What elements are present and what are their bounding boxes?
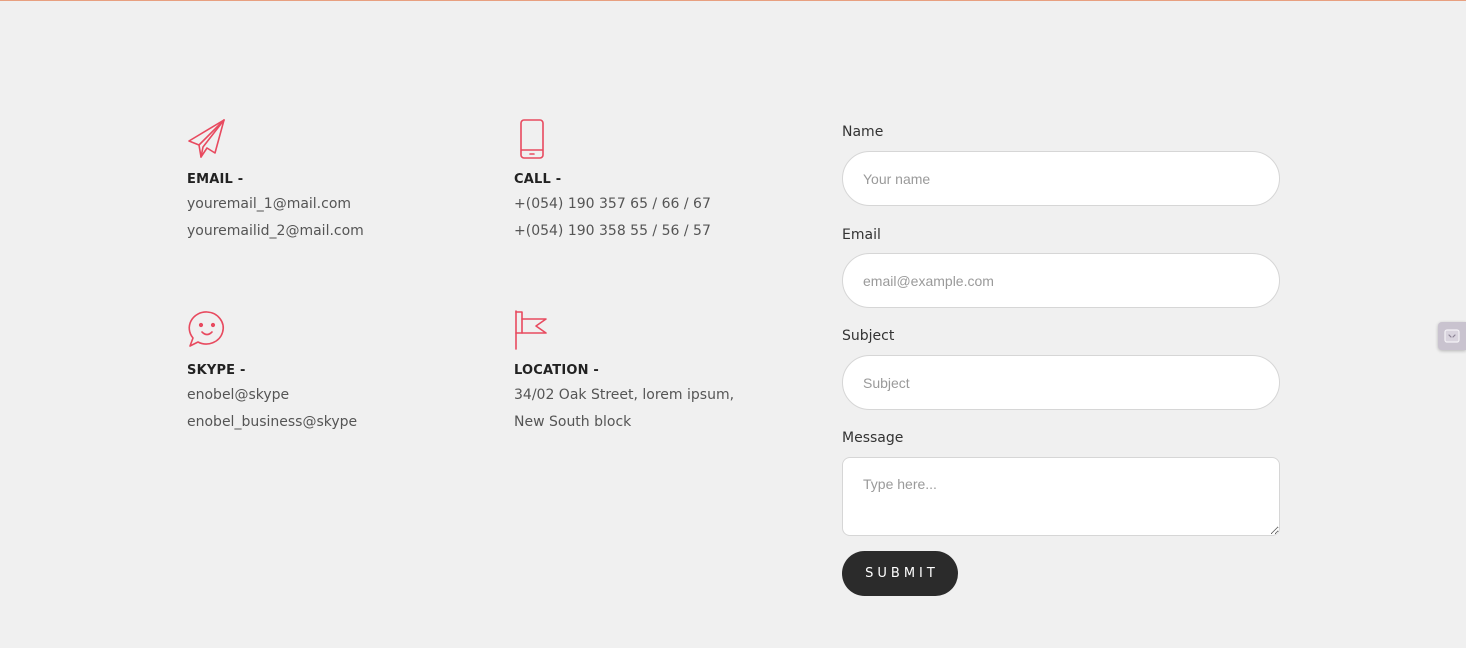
phone-number-2: +(054) 190 358 55 / 56 / 57 [514,223,711,239]
subject-input[interactable] [842,355,1280,410]
skype-id-1: enobel@skype [187,387,290,403]
phone-number-1: +(054) 190 357 65 / 66 / 67 [514,196,711,212]
email-title: EMAIL - [187,172,244,187]
email-address-2: youremailid_2@mail.com [187,223,364,239]
name-label: Name [842,124,884,140]
skype-title: SKYPE - [187,363,246,378]
message-textarea[interactable] [842,457,1280,536]
chat-bubble-smile-icon [188,311,224,347]
smartphone-icon [520,119,544,159]
submit-button[interactable]: SUBMIT [842,551,958,596]
contact-location: LOCATION - 34/02 Oak Street, lorem ipsum… [514,309,814,432]
skype-id-2: enobel_business@skype [187,414,358,430]
call-title: CALL - [514,172,562,187]
email-address-1: youremail_1@mail.com [187,196,352,212]
contact-call: CALL - +(054) 190 357 65 / 66 / 67 +(054… [514,118,814,241]
address-line-1: 34/02 Oak Street, lorem ipsum, [514,387,735,403]
contact-skype: SKYPE - enobel@skype enobel_business@sky… [187,309,487,432]
paper-plane-icon [188,119,225,158]
email-label: Email [842,227,881,243]
address-line-2: New South block [514,414,632,430]
subject-label: Subject [842,328,895,344]
contact-email: EMAIL - youremail_1@mail.com youremailid… [187,118,487,241]
name-input[interactable] [842,151,1280,206]
flag-icon [515,310,547,350]
message-widget-icon [1444,329,1460,343]
message-label: Message [842,430,904,446]
email-input[interactable] [842,253,1280,308]
side-message-widget[interactable] [1438,322,1466,350]
location-title: LOCATION - [514,363,600,378]
top-divider [0,0,1466,1]
